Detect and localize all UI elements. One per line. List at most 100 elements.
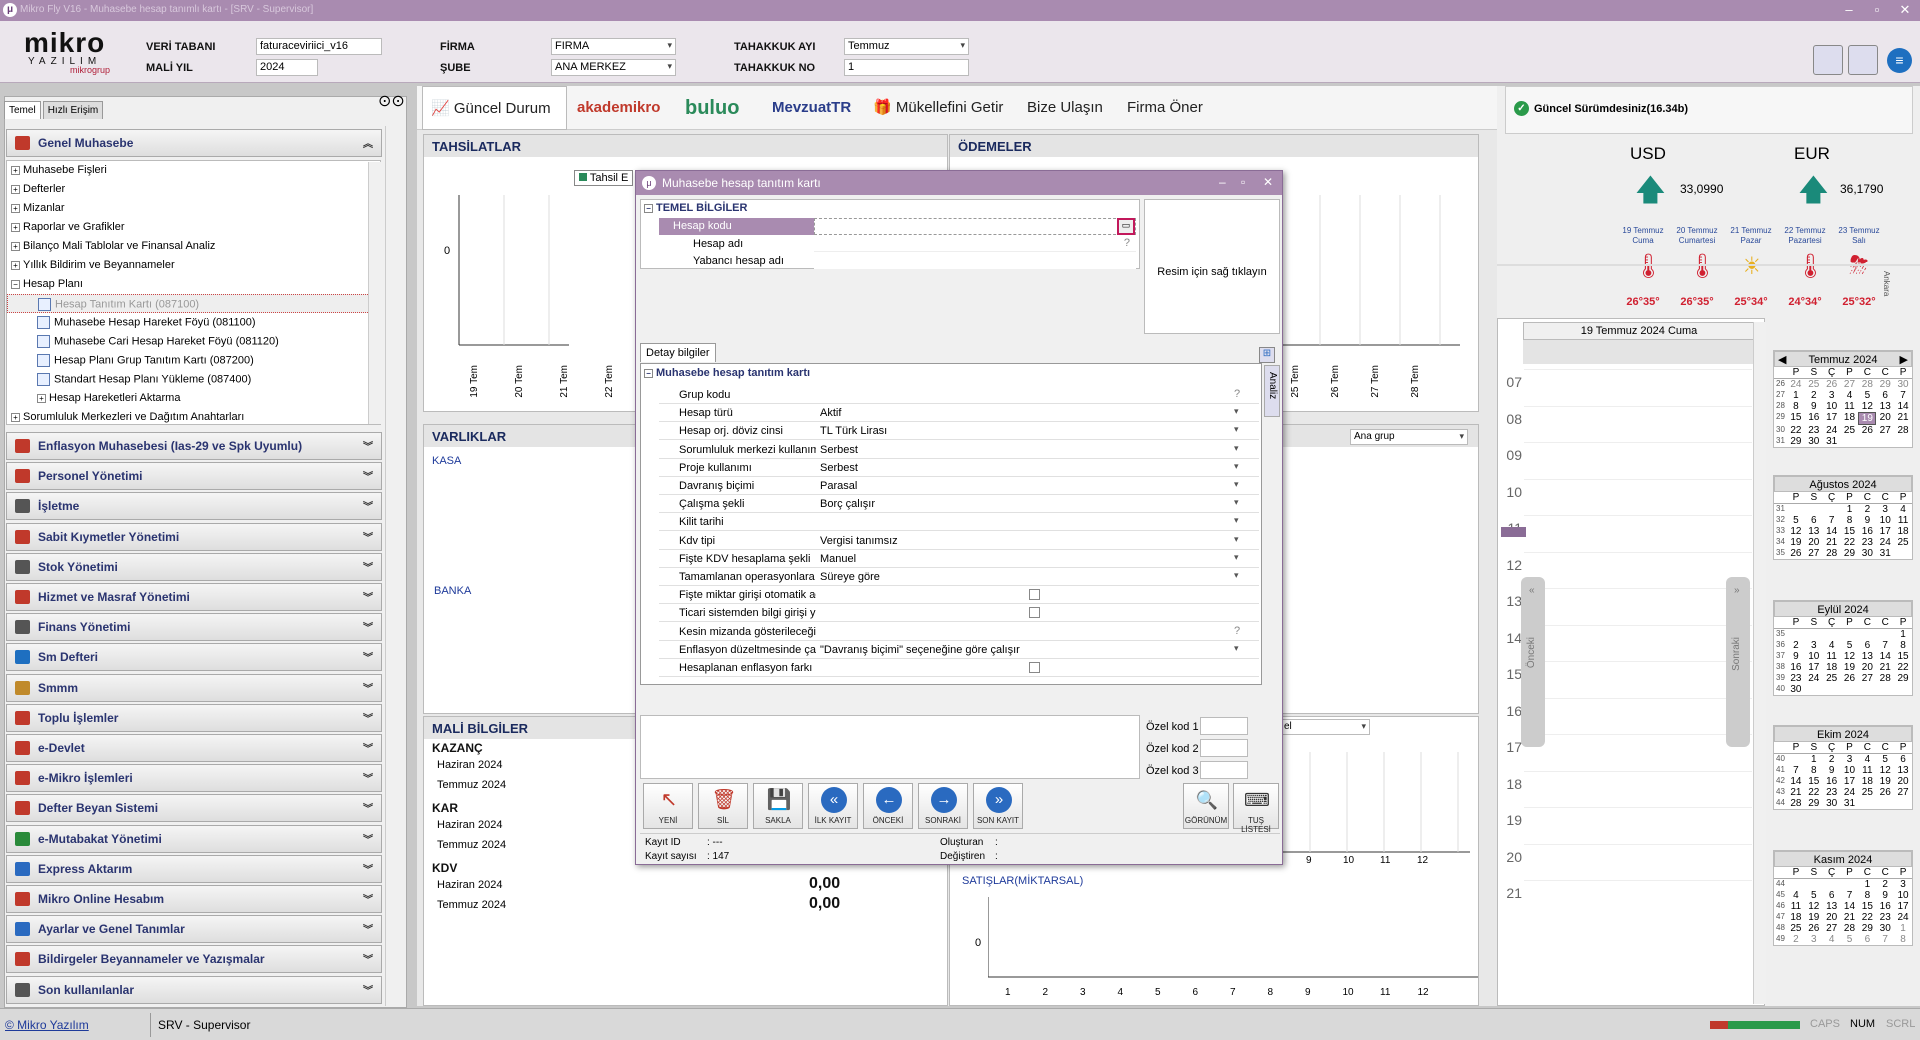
chevron-down-icon[interactable]: ▾ <box>1234 479 1239 490</box>
tree-item[interactable]: Hesap Planı Grup Tanıtım Kartı (087200) <box>7 351 380 370</box>
tree-item[interactable]: + Hesap Hareketleri Aktarma <box>7 389 380 408</box>
tab-hizli-erisim[interactable]: Hızlı Erişim <box>42 101 104 119</box>
calendar-day[interactable]: 27 <box>1823 923 1841 934</box>
calendar-day[interactable]: 21 <box>1876 662 1894 673</box>
calendar-day[interactable] <box>1841 629 1859 640</box>
calendar-day[interactable]: 20 <box>1805 537 1823 548</box>
module-item[interactable]: Ayarlar ve Genel Tanımlar ︾ <box>6 915 382 944</box>
gorunum-button[interactable]: 🔍 GÖRÜNÜM <box>1183 783 1229 829</box>
calendar-day[interactable]: 28 <box>1841 923 1859 934</box>
calendar-day[interactable] <box>1876 684 1894 695</box>
calendar-day[interactable]: 20 <box>1823 912 1841 923</box>
calendar-day[interactable]: 15 <box>1858 901 1876 912</box>
calendar-day[interactable]: 10 <box>1876 515 1894 526</box>
module-item[interactable]: Bildirgeler Beyannameler ve Yazışmalar ︾ <box>6 945 382 974</box>
close-button[interactable]: ✕ <box>1894 2 1916 18</box>
calendar-day[interactable]: 25 <box>1894 537 1912 548</box>
calendar-day[interactable]: 15 <box>1805 776 1823 787</box>
expand-icon[interactable]: + <box>11 203 20 213</box>
buluo-link[interactable]: buluo <box>685 86 739 130</box>
dialog-close-button[interactable]: ✕ <box>1263 175 1273 189</box>
calendar-day[interactable]: 30 <box>1787 684 1805 695</box>
tree-item[interactable]: + Mizanlar <box>7 199 380 218</box>
calendar-day[interactable]: 16 <box>1876 901 1894 912</box>
calendar-day[interactable]: 5 <box>1841 934 1859 945</box>
calendar-day[interactable]: 7 <box>1876 640 1894 651</box>
calendar-day[interactable] <box>1894 798 1912 809</box>
calendar-day[interactable]: 12 <box>1858 401 1876 412</box>
calendar-day[interactable]: 1 <box>1787 390 1805 401</box>
calendar-day[interactable]: 4 <box>1823 934 1841 945</box>
yeni-button[interactable]: ↖ YENİ <box>643 783 693 829</box>
calendar-day[interactable]: 6 <box>1823 890 1841 901</box>
chevron-down-icon[interactable]: ▾ <box>1234 515 1239 526</box>
calendar-day[interactable]: 29 <box>1787 436 1805 447</box>
module-item[interactable]: Express Aktarım ︾ <box>6 854 382 883</box>
detail-value[interactable] <box>816 386 1246 403</box>
calendar-day[interactable]: 24 <box>1787 379 1805 390</box>
calendar-day[interactable]: 4 <box>1841 390 1859 401</box>
calendar-day[interactable]: 13 <box>1858 651 1876 662</box>
calendar-day[interactable] <box>1823 684 1841 695</box>
ana-grup-select[interactable]: Ana grup <box>1350 429 1468 445</box>
calendar-day[interactable]: 8 <box>1787 401 1805 412</box>
onceki-button[interactable]: ← ÖNCEKİ <box>863 783 913 829</box>
calendar-day[interactable]: 11 <box>1841 401 1859 412</box>
calendar-day[interactable]: 21 <box>1787 787 1805 798</box>
calendar-day[interactable]: 31 <box>1841 798 1859 809</box>
calendar-day[interactable]: 25 <box>1787 923 1805 934</box>
module-item[interactable]: e-Mikro İşlemleri ︾ <box>6 764 382 793</box>
calendar-day[interactable] <box>1805 879 1823 890</box>
module-item[interactable]: Smmm ︾ <box>6 673 382 702</box>
mevzuattr-link[interactable]: MevzuatTR <box>772 86 851 130</box>
detail-value[interactable]: Serbest <box>816 458 1246 476</box>
calendar-day[interactable]: 17 <box>1876 526 1894 537</box>
calendar-day[interactable]: 26 <box>1823 379 1841 390</box>
calendar-day[interactable]: 21 <box>1894 412 1912 425</box>
detail-value[interactable] <box>816 622 1246 640</box>
calendar-day[interactable]: 27 <box>1876 425 1894 436</box>
calendar-day[interactable]: 18 <box>1823 662 1841 673</box>
module-item[interactable]: Enflasyon Muhasebesi (Ias-29 ve Spk Uyum… <box>6 432 382 460</box>
sakla-button[interactable]: 💾 SAKLA <box>753 783 803 829</box>
calendar-day[interactable]: 21 <box>1841 912 1859 923</box>
checkbox[interactable] <box>1029 589 1040 601</box>
tree-item[interactable]: Muhasebe Cari Hesap Hareket Föyü (081120… <box>7 332 380 351</box>
calendar-day[interactable]: 22 <box>1894 662 1912 673</box>
calendar-day[interactable]: 4 <box>1858 754 1876 765</box>
calendar-day[interactable]: 9 <box>1787 651 1805 662</box>
calendar-day[interactable] <box>1823 504 1841 515</box>
calendar-day[interactable]: 12 <box>1787 526 1805 537</box>
chevron-down-icon[interactable]: ▾ <box>1234 461 1239 472</box>
calendar-day[interactable]: 2 <box>1805 390 1823 401</box>
calendar-day[interactable]: 11 <box>1894 515 1912 526</box>
calendar-day[interactable]: 8 <box>1805 765 1823 776</box>
calendar-day[interactable] <box>1894 684 1912 695</box>
calendar-day[interactable]: 8 <box>1841 515 1859 526</box>
bize-ulasin-link[interactable]: Bize Ulaşın <box>1027 86 1103 130</box>
collapse-icon[interactable]: − <box>644 203 653 213</box>
calendar-day[interactable]: 28 <box>1858 379 1876 390</box>
calendar-day[interactable]: 25 <box>1823 673 1841 684</box>
calendar-day[interactable]: 23 <box>1787 673 1805 684</box>
dialog-maximize-button[interactable]: ▫ <box>1241 175 1245 189</box>
yabanci-hesap-adi-input[interactable] <box>814 253 1136 269</box>
calendar-day[interactable] <box>1805 684 1823 695</box>
calendar-day[interactable]: 5 <box>1858 390 1876 401</box>
calendar-day[interactable]: 5 <box>1787 515 1805 526</box>
calendar-day[interactable]: 18 <box>1787 912 1805 923</box>
calendar-day[interactable]: 6 <box>1858 640 1876 651</box>
module-item[interactable]: Hizmet ve Masraf Yönetimi ︾ <box>6 583 382 611</box>
calendar-day[interactable]: 27 <box>1805 548 1823 559</box>
calendar-day[interactable]: 12 <box>1841 651 1859 662</box>
calendar-day[interactable]: 22 <box>1805 787 1823 798</box>
module-item[interactable]: Mikro Online Hesabım ︾ <box>6 885 382 913</box>
expand-icon[interactable]: + <box>11 184 20 194</box>
tools-icon[interactable] <box>1848 45 1878 75</box>
veri-tabani-field[interactable]: faturaceviriici_v16 <box>256 38 382 55</box>
calendar-day[interactable]: 14 <box>1876 651 1894 662</box>
calendar-day[interactable]: 13 <box>1876 401 1894 412</box>
dialog-minimize-button[interactable]: – <box>1219 175 1226 189</box>
calendar-day[interactable]: 14 <box>1787 776 1805 787</box>
calendar-day[interactable]: 26 <box>1787 548 1805 559</box>
